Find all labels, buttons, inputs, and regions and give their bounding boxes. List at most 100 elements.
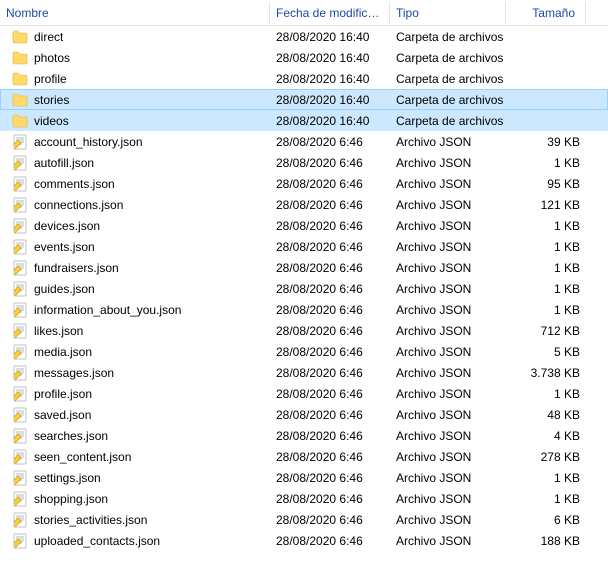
file-row[interactable]: information_about_you.json 28/08/2020 6:4… [0, 299, 608, 320]
file-name: uploaded_contacts.json [34, 534, 160, 548]
file-row[interactable]: devices.json28/08/2020 6:46Archivo JSON1… [0, 215, 608, 236]
file-type: Archivo JSON [390, 492, 506, 506]
file-size: 39 KB [506, 135, 586, 149]
file-name: guides.json [34, 282, 95, 296]
file-row[interactable]: seen_content.json28/08/2020 6:46Archivo … [0, 446, 608, 467]
json-file-icon [12, 218, 28, 234]
file-row[interactable]: likes.json28/08/2020 6:46Archivo JSON712… [0, 320, 608, 341]
file-type: Archivo JSON [390, 135, 506, 149]
file-date: 28/08/2020 16:40 [270, 114, 390, 128]
file-type: Archivo JSON [390, 471, 506, 485]
file-name: saved.json [34, 408, 91, 422]
file-row[interactable]: events.json28/08/2020 6:46Archivo JSON1 … [0, 236, 608, 257]
folder-icon [12, 71, 28, 87]
file-row[interactable]: settings.json28/08/2020 6:46Archivo JSON… [0, 467, 608, 488]
file-list: Nombre Fecha de modifica... Tipo Tamaño … [0, 0, 608, 551]
file-name: account_history.json [34, 135, 143, 149]
file-date: 28/08/2020 6:46 [270, 324, 390, 338]
file-row[interactable]: stories28/08/2020 16:40Carpeta de archiv… [0, 89, 608, 110]
file-type: Archivo JSON [390, 177, 506, 191]
file-date: 28/08/2020 6:46 [270, 282, 390, 296]
file-size: 1 KB [506, 471, 586, 485]
file-size: 1 KB [506, 387, 586, 401]
file-date: 28/08/2020 6:46 [270, 408, 390, 422]
file-size: 3.738 KB [506, 366, 586, 380]
file-date: 28/08/2020 6:46 [270, 177, 390, 191]
file-size: 6 KB [506, 513, 586, 527]
file-row[interactable]: messages.json28/08/2020 6:46Archivo JSON… [0, 362, 608, 383]
file-name: fundraisers.json [34, 261, 119, 275]
file-date: 28/08/2020 6:46 [270, 219, 390, 233]
json-file-icon [12, 491, 28, 507]
json-file-icon [12, 239, 28, 255]
file-name: events.json [34, 240, 95, 254]
file-size: 95 KB [506, 177, 586, 191]
file-row[interactable]: profile 28/08/2020 16:40Carpeta de archiv… [0, 68, 608, 89]
file-type: Carpeta de archivos [390, 114, 506, 128]
json-file-icon [12, 323, 28, 339]
column-header-date[interactable]: Fecha de modifica... [270, 2, 390, 24]
file-name: photos [34, 51, 70, 65]
file-date: 28/08/2020 6:46 [270, 534, 390, 548]
file-name: profile [34, 72, 67, 86]
file-row[interactable]: saved.json28/08/2020 6:46Archivo JSON48 … [0, 404, 608, 425]
file-row[interactable]: stories_activities.json28/08/2020 6:46Ar… [0, 509, 608, 530]
file-row[interactable]: profile.json 28/08/2020 6:46Archivo JSON1… [0, 383, 608, 404]
file-name: searches.json [34, 429, 108, 443]
folder-icon [12, 50, 28, 66]
file-date: 28/08/2020 6:46 [270, 429, 390, 443]
file-type: Archivo JSON [390, 345, 506, 359]
json-file-icon [12, 302, 28, 318]
file-row[interactable]: autofill.json28/08/2020 6:46Archivo JSON… [0, 152, 608, 173]
file-date: 28/08/2020 6:46 [270, 366, 390, 380]
column-header-row: Nombre Fecha de modifica... Tipo Tamaño [0, 0, 608, 26]
file-type: Archivo JSON [390, 450, 506, 464]
file-size: 1 KB [506, 156, 586, 170]
json-file-icon [12, 533, 28, 549]
file-row[interactable]: direct28/08/2020 16:40Carpeta de archivo… [0, 26, 608, 47]
file-date: 28/08/2020 16:40 [270, 72, 390, 86]
file-date: 28/08/2020 6:46 [270, 135, 390, 149]
file-name: autofill.json [34, 156, 94, 170]
file-row[interactable]: videos 28/08/2020 16:40Carpeta de archivo… [0, 110, 608, 131]
json-file-icon [12, 386, 28, 402]
json-file-icon [12, 449, 28, 465]
file-row[interactable]: searches.json28/08/2020 6:46Archivo JSON… [0, 425, 608, 446]
file-name: profile.json [34, 387, 92, 401]
json-file-icon [12, 281, 28, 297]
file-date: 28/08/2020 6:46 [270, 387, 390, 401]
file-type: Carpeta de archivos [390, 72, 506, 86]
file-row[interactable]: connections.json28/08/2020 6:46Archivo J… [0, 194, 608, 215]
file-name: videos [34, 114, 69, 128]
file-size: 1 KB [506, 240, 586, 254]
file-type: Archivo JSON [390, 408, 506, 422]
json-file-icon [12, 155, 28, 171]
file-name: connections.json [34, 198, 123, 212]
column-header-name[interactable]: Nombre [0, 2, 270, 24]
file-row[interactable]: guides.json28/08/2020 6:46Archivo JSON1 … [0, 278, 608, 299]
file-date: 28/08/2020 6:46 [270, 261, 390, 275]
file-type: Archivo JSON [390, 303, 506, 317]
file-date: 28/08/2020 6:46 [270, 471, 390, 485]
file-row[interactable]: account_history.json 28/08/2020 6:46Archi… [0, 131, 608, 152]
file-type: Carpeta de archivos [390, 51, 506, 65]
json-file-icon [12, 470, 28, 486]
file-row[interactable]: uploaded_contacts.json28/08/2020 6:46Arc… [0, 530, 608, 551]
file-date: 28/08/2020 6:46 [270, 303, 390, 317]
file-row[interactable]: media.json28/08/2020 6:46Archivo JSON5 K… [0, 341, 608, 362]
file-name: information_about_you.json [34, 303, 181, 317]
file-row[interactable]: photos28/08/2020 16:40Carpeta de archivo… [0, 47, 608, 68]
file-row[interactable]: comments.json28/08/2020 6:46Archivo JSON… [0, 173, 608, 194]
file-size: 188 KB [506, 534, 586, 548]
file-name: stories_activities.json [34, 513, 147, 527]
column-header-type[interactable]: Tipo [390, 2, 506, 24]
column-header-size[interactable]: Tamaño [506, 2, 586, 24]
file-date: 28/08/2020 6:46 [270, 156, 390, 170]
file-name: stories [34, 93, 69, 107]
json-file-icon [12, 428, 28, 444]
file-row[interactable]: shopping.json28/08/2020 6:46Archivo JSON… [0, 488, 608, 509]
file-type: Archivo JSON [390, 387, 506, 401]
file-row[interactable]: fundraisers.json28/08/2020 6:46Archivo J… [0, 257, 608, 278]
json-file-icon [12, 512, 28, 528]
file-size: 1 KB [506, 219, 586, 233]
